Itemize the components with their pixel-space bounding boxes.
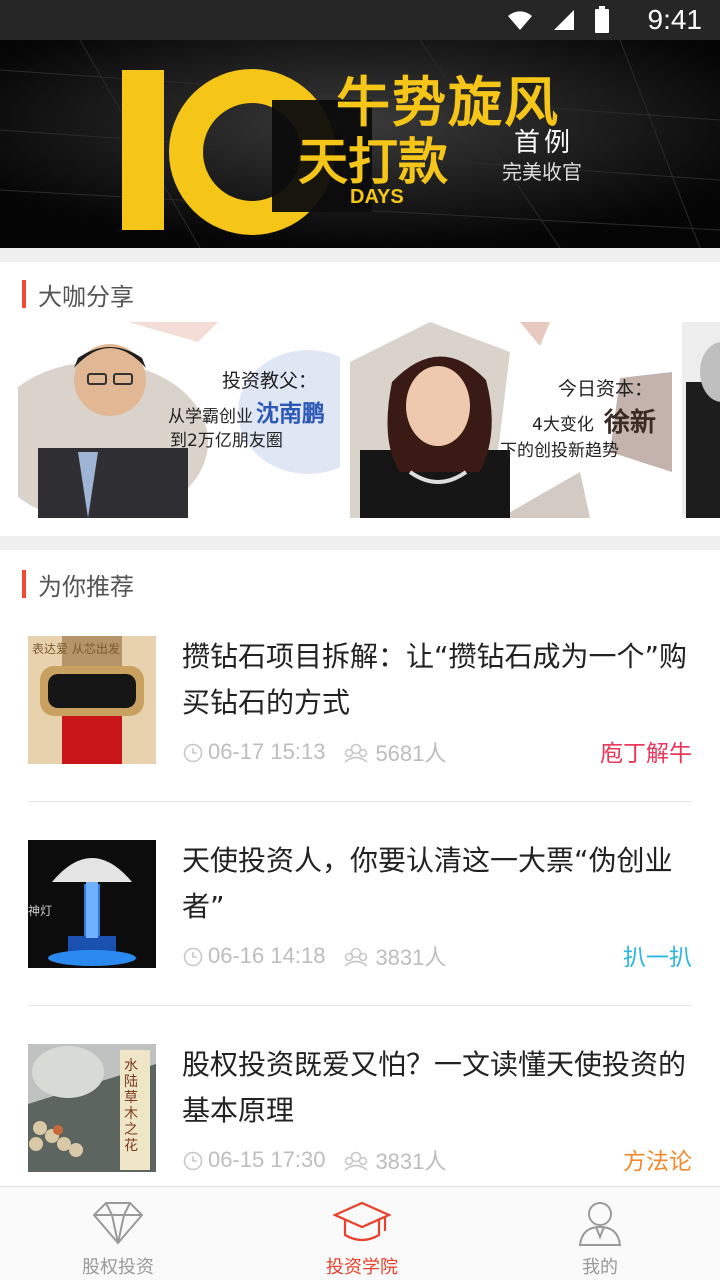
expert-card-1-heading: 投资教父： — [222, 370, 318, 392]
expert-card-1-line2: 到2万亿朋友圈 — [170, 431, 283, 451]
users-icon — [344, 1151, 368, 1171]
article-views: 5681人 — [375, 741, 447, 766]
clock-icon — [183, 947, 203, 967]
banner-sub-1: 首例 — [514, 128, 575, 158]
article-tag[interactable]: 庖丁解牛 — [600, 734, 692, 768]
status-time: 9:41 — [647, 4, 703, 35]
diamond-icon — [92, 1202, 144, 1245]
expert-carousel[interactable]: 投资教父： 从学霸创业 沈南鹏 到2万亿朋友圈 今日资本： 4大变化 徐新 下的… — [0, 322, 720, 518]
article-tag[interactable]: 方法论 — [623, 1142, 692, 1176]
expert-card-2-name: 徐新 — [604, 408, 657, 438]
expert-card-2-line1: 4大变化 — [532, 415, 594, 435]
article-meta: 06-16 14:18 3831人 — [182, 940, 464, 972]
article-title: 股权投资既爱又怕？一文读懂天使投资的基本原理 — [182, 1048, 687, 1127]
status-bar: 9:41 — [0, 0, 720, 40]
article-thumbnail: 表达爱 从芯出发 — [28, 636, 156, 764]
expert-card-3[interactable] — [682, 322, 720, 518]
clock-icon — [183, 1151, 203, 1171]
user-icon — [578, 1202, 622, 1246]
list-item[interactable]: 神灯 天使投资人，你要认清这一大票“伪创业者” 06-16 14:18 3831… — [28, 840, 692, 1045]
expert-card-1-name: 沈南鹏 — [256, 401, 325, 427]
expert-card-2[interactable]: 今日资本： 4大变化 徐新 下的创投新趋势 — [350, 322, 672, 518]
article-time: 06-16 14:18 — [208, 943, 326, 968]
expert-card-2-heading: 今日资本： — [558, 378, 654, 400]
article-tag[interactable]: 扒一扒 — [623, 938, 692, 972]
signal-icon — [554, 10, 574, 30]
divider — [28, 1005, 692, 1006]
article-views: 3831人 — [375, 945, 447, 970]
users-icon — [344, 743, 368, 763]
expert-card-1-line1: 从学霸创业 — [168, 407, 253, 427]
article-thumbnail: 水陆草木之花 — [28, 1044, 156, 1172]
article-thumbnail: 神灯 — [28, 840, 156, 968]
section-gap — [0, 248, 720, 262]
users-icon — [344, 947, 368, 967]
expert-card-2-line2: 下的创投新趋势 — [500, 441, 619, 461]
clock-icon — [183, 743, 203, 763]
experts-section-title: 大咖分享 — [22, 280, 134, 311]
nav-item-equity-investment[interactable]: 股权投资 — [38, 1187, 198, 1281]
promo-banner[interactable]: DAYS 牛势旋风 天打款 首例 完美收官 — [0, 40, 720, 248]
article-title: 攒钻石项目拆解：让“攒钻石成为一个”购买钻石的方式 — [182, 640, 688, 719]
list-item[interactable]: 表达爱 从芯出发 攒钻石项目拆解：让“攒钻石成为一个”购买钻石的方式 06-17… — [28, 636, 692, 841]
bottom-nav: 股权投资 投资学院 我的 — [0, 1186, 720, 1280]
nav-item-profile[interactable]: 我的 — [520, 1187, 680, 1281]
nav-item-academy[interactable]: 投资学院 — [282, 1187, 442, 1281]
article-meta: 06-17 15:13 5681人 — [182, 736, 464, 768]
article-meta: 06-15 17:30 3831人 — [182, 1144, 464, 1176]
graduation-cap-icon — [333, 1201, 391, 1242]
section-gap — [0, 536, 720, 550]
expert-card-1[interactable]: 投资教父： 从学霸创业 沈南鹏 到2万亿朋友圈 — [18, 322, 340, 518]
article-views: 3831人 — [375, 1149, 447, 1174]
article-title: 天使投资人，你要认清这一大票“伪创业者” — [182, 844, 673, 923]
banner-sub-2: 完美收官 — [502, 160, 582, 184]
banner-headline-2: 天打款 — [298, 133, 448, 191]
article-time: 06-17 15:13 — [208, 739, 326, 764]
article-time: 06-15 17:30 — [208, 1147, 326, 1172]
battery-icon — [595, 6, 609, 33]
divider — [28, 801, 692, 802]
wifi-icon — [508, 11, 532, 30]
recommend-section-title: 为你推荐 — [22, 570, 134, 601]
